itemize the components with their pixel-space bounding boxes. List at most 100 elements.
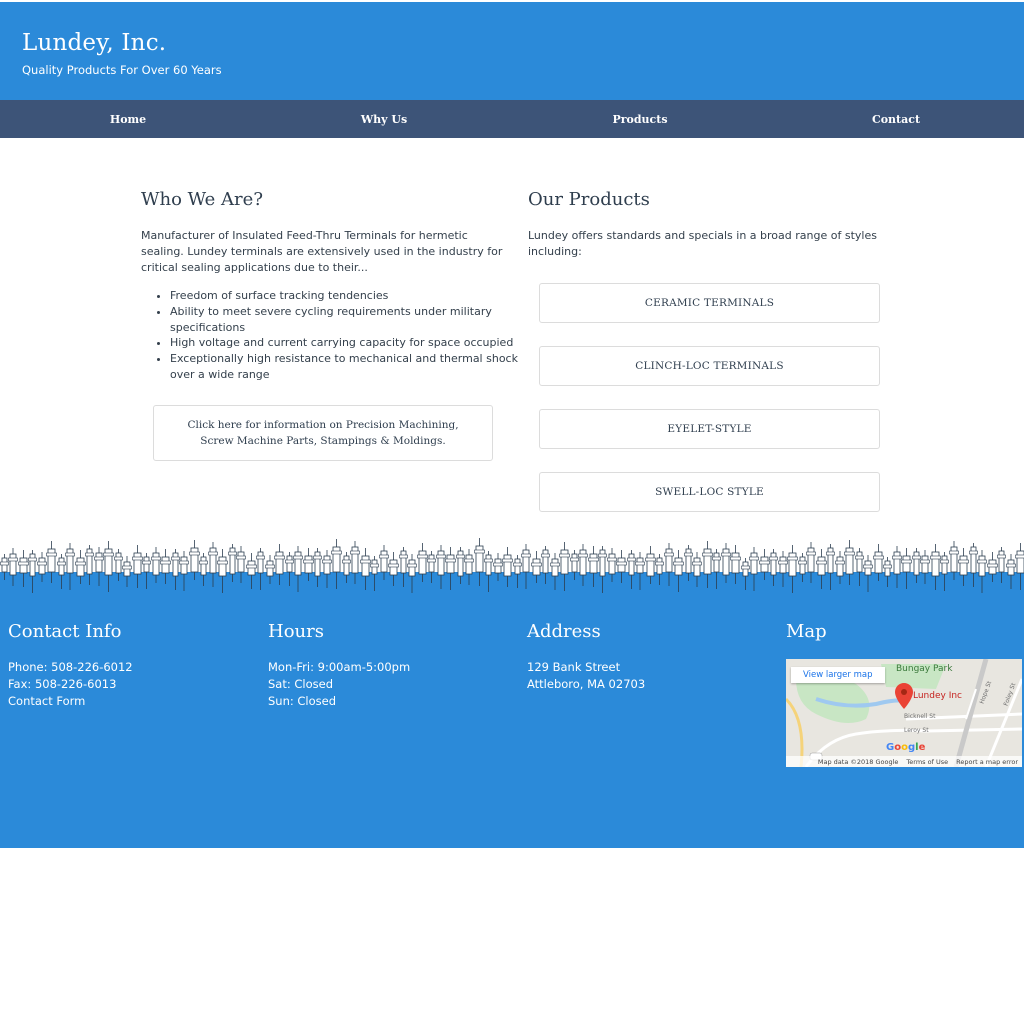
terminal-pin-icon xyxy=(199,553,208,586)
terminal-pin-icon xyxy=(987,552,998,582)
feature-item: Ability to meet severe cycling requireme… xyxy=(170,304,540,336)
map-heading: Map xyxy=(786,621,827,642)
terminal-pin-icon xyxy=(322,550,332,588)
terminal-pin-icon xyxy=(445,547,456,590)
terminal-pin-icon xyxy=(712,549,721,589)
terminal-pin-icon xyxy=(635,552,645,590)
terminal-pin-icon xyxy=(379,545,389,580)
terminal-pin-icon xyxy=(256,548,265,590)
embedded-map[interactable]: Bungay Park Bicknell St Leroy St Foley S… xyxy=(786,659,1022,767)
terminal-pin-icon xyxy=(57,554,66,589)
map-attribution-bar: Map data ©2018 Google Terms of Use Repor… xyxy=(786,756,1022,767)
terminal-pin-icon xyxy=(1015,543,1024,590)
terminal-pin-icon xyxy=(151,547,161,583)
terminal-pin-icon xyxy=(806,542,816,583)
address-city: Attleboro, MA 02703 xyxy=(527,677,646,691)
terminal-pin-icon xyxy=(436,545,446,589)
terminal-pin-icon xyxy=(873,544,884,581)
map-place-label: Lundey Inc xyxy=(913,691,963,701)
product-label: SWELL-LOC STYLE xyxy=(655,486,764,498)
nav-why-us[interactable]: Why Us xyxy=(256,100,512,138)
terminal-pin-icon xyxy=(456,547,465,584)
terminal-pin-icon xyxy=(28,550,37,593)
terminal-pin-icon xyxy=(217,549,228,593)
terminal-pin-icon xyxy=(816,549,827,589)
nav-contact[interactable]: Contact xyxy=(768,100,1024,138)
terminal-pin-icon xyxy=(1006,554,1016,589)
map-terms-link[interactable]: Terms of Use xyxy=(906,758,948,766)
terminal-pin-icon xyxy=(303,548,314,581)
contact-info-heading: Contact Info xyxy=(8,621,122,642)
nav-home[interactable]: Home xyxy=(0,100,256,138)
terminal-pin-icon xyxy=(360,548,371,590)
terminal-pin-icon xyxy=(655,554,664,585)
terminal-pin-icon xyxy=(798,553,807,582)
map-park-label: Bungay Park xyxy=(896,664,953,674)
terminal-pin-icon xyxy=(949,541,959,580)
feature-list: Freedom of surface tracking tendencies A… xyxy=(141,288,540,383)
terminal-pin-icon xyxy=(474,538,485,586)
eyelet-style-button[interactable]: EYELET-STYLE xyxy=(539,409,880,449)
terminal-pin-icon xyxy=(370,556,379,591)
terminal-pin-icon xyxy=(114,549,123,581)
terminal-pin-icon xyxy=(46,541,57,583)
terminal-pin-icon xyxy=(513,555,522,588)
map-report-link[interactable]: Report a map error xyxy=(956,758,1018,766)
address-heading: Address xyxy=(527,621,601,642)
map-street-label: Bicknell St xyxy=(904,713,936,720)
product-label: CLINCH-LOC TERMINALS xyxy=(635,360,784,372)
terminal-pin-icon xyxy=(399,547,408,587)
terminal-pin-icon xyxy=(265,555,275,584)
clinch-loc-terminals-button[interactable]: CLINCH-LOC TERMINALS xyxy=(539,346,880,386)
terminal-pin-icon xyxy=(171,549,180,590)
terminal-pin-icon xyxy=(285,552,294,586)
terminal-pin-icon xyxy=(930,544,941,590)
terminal-pin-icon xyxy=(342,552,351,583)
ceramic-terminals-button[interactable]: CERAMIC TERMINALS xyxy=(539,283,880,323)
terminal-pin-icon xyxy=(550,553,560,590)
products-intro: Lundey offers standards and specials in … xyxy=(528,229,877,258)
terminal-pin-icon xyxy=(521,544,531,589)
terminal-pin-icon xyxy=(493,553,503,581)
map-marker-icon[interactable] xyxy=(895,683,913,709)
terminal-pin-icon xyxy=(18,550,29,587)
product-label: EYELET-STYLE xyxy=(667,423,752,435)
terminal-pin-icon xyxy=(541,546,550,584)
view-larger-map-link[interactable]: View larger map xyxy=(791,667,885,683)
terminal-pin-icon xyxy=(598,546,607,593)
page: Lundey, Inc. Quality Products For Over 6… xyxy=(0,0,1024,1024)
terminal-pin-icon xyxy=(179,551,189,591)
terminal-pin-icon xyxy=(502,547,513,587)
terminal-pin-icon xyxy=(969,543,978,587)
terminal-pin-icon xyxy=(855,548,864,586)
swell-loc-style-button[interactable]: SWELL-LOC STYLE xyxy=(539,472,880,512)
terminal-pin-icon xyxy=(228,544,237,582)
fax-text: Fax: 508-226-6013 xyxy=(8,677,117,691)
site-title[interactable]: Lundey, Inc. xyxy=(22,30,166,56)
terminal-pin-icon xyxy=(531,551,542,583)
site-header: Lundey, Inc. Quality Products For Over 6… xyxy=(0,2,1024,100)
terminal-pin-icon xyxy=(741,558,750,590)
contact-form-link[interactable]: Contact Form xyxy=(8,693,85,710)
phone-text[interactable]: Phone: 508-226-6012 xyxy=(8,659,133,676)
terminal-pin-icon xyxy=(769,549,778,586)
terminal-pins-illustration xyxy=(0,538,1024,593)
terminal-pin-icon xyxy=(607,548,617,582)
terminal-pin-icon xyxy=(645,546,656,584)
terminal-pin-icon xyxy=(37,552,47,582)
terminal-pin-icon xyxy=(958,548,969,586)
terminal-pin-icon xyxy=(559,542,570,591)
terminal-pin-icon xyxy=(684,545,693,581)
terminal-pin-icon xyxy=(417,543,428,582)
terminal-pin-icon xyxy=(664,543,674,586)
nav-products[interactable]: Products xyxy=(512,100,768,138)
map-data-text: Map data ©2018 Google xyxy=(817,757,899,766)
terminal-pin-icon xyxy=(778,551,788,587)
terminal-pin-icon xyxy=(407,554,417,593)
terminal-pin-icon xyxy=(977,550,987,593)
terminal-pin-icon xyxy=(912,548,921,583)
machining-info-button[interactable]: Click here for information on Precision … xyxy=(153,405,493,461)
terminal-pin-icon xyxy=(588,546,599,587)
who-we-are-heading: Who We Are? xyxy=(141,189,263,210)
terminal-pin-icon xyxy=(702,541,713,588)
